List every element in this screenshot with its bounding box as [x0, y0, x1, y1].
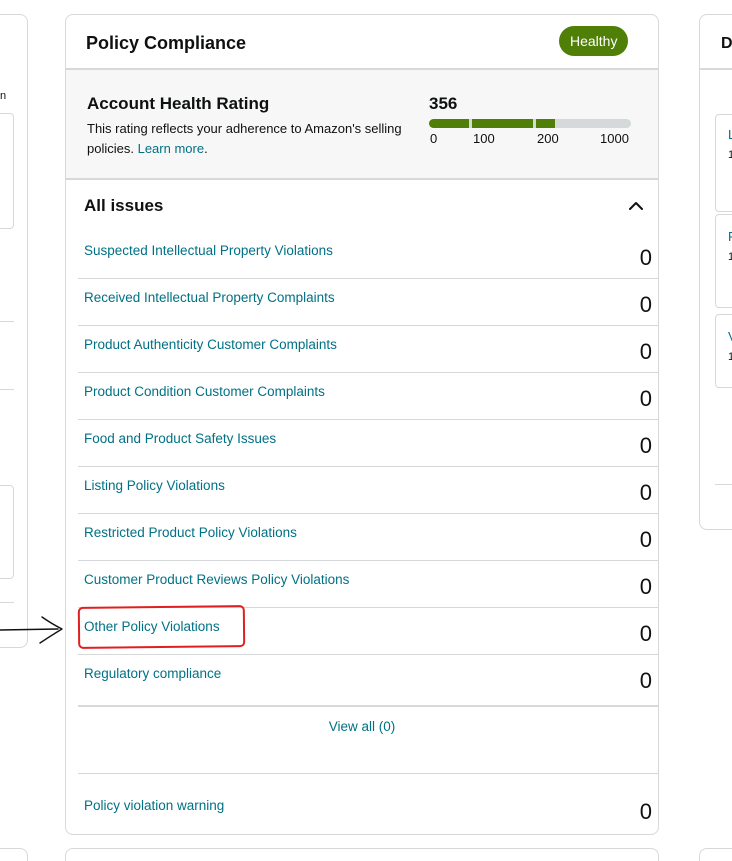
issue-link[interactable]: Restricted Product Policy Violations — [84, 525, 297, 540]
issue-row: Product Condition Customer Complaints 0 — [78, 373, 658, 420]
card-header: Policy Compliance Healthy — [66, 15, 658, 69]
issue-count: 0 — [639, 527, 652, 552]
left-partial-box — [0, 485, 14, 579]
account-health-rating-section: Account Health Rating This rating reflec… — [66, 70, 658, 180]
issue-row: Food and Product Safety Issues 0 — [78, 420, 658, 467]
health-status-badge: Healthy — [559, 26, 629, 56]
warning-divider — [78, 773, 658, 774]
left-partial-divider — [0, 602, 14, 603]
right-partial-link[interactable]: F — [728, 229, 732, 244]
issue-link[interactable]: Listing Policy Violations — [84, 478, 225, 493]
issue-link[interactable]: Product Condition Customer Complaints — [84, 384, 325, 399]
issue-link[interactable]: Suspected Intellectual Property Violatio… — [84, 243, 333, 258]
left-partial-divider — [0, 321, 14, 322]
ahr-description-text: This rating reflects your adherence to A… — [87, 121, 402, 156]
issue-count: 0 — [639, 621, 652, 646]
policy-violation-warning-link[interactable]: Policy violation warning — [84, 798, 224, 813]
ahr-tick-label: 100 — [473, 131, 495, 146]
left-partial-box — [0, 113, 14, 229]
issue-row: Restricted Product Policy Violations 0 — [78, 514, 658, 561]
card-title: Policy Compliance — [86, 33, 247, 53]
issue-link[interactable]: Received Intellectual Property Complaint… — [84, 290, 335, 305]
issue-link[interactable]: Regulatory compliance — [84, 666, 221, 681]
right-partial-count: 1 — [728, 149, 732, 161]
right-partial-item[interactable]: V 1 — [715, 314, 732, 388]
right-partial-count: 1 — [728, 351, 732, 363]
hand-drawn-arrow-icon — [0, 616, 63, 644]
ahr-bar-segment — [536, 119, 555, 128]
next-card-partial — [0, 848, 28, 861]
next-card-partial — [699, 848, 732, 861]
right-partial-link[interactable]: L — [728, 127, 732, 142]
right-partial-item[interactable]: F 1 — [715, 214, 732, 308]
left-partial-text: n — [0, 90, 7, 102]
issue-count: 0 — [639, 339, 652, 364]
issue-count: 0 — [639, 668, 652, 693]
right-partial-count: 1 — [728, 251, 732, 263]
right-partial-card: D L 1 F 1 V 1 — [699, 14, 732, 530]
next-card-partial — [65, 848, 659, 861]
policy-compliance-card: Policy Compliance Healthy Account Health… — [65, 14, 659, 835]
issue-count: 0 — [639, 245, 652, 270]
ahr-tick-label: 0 — [430, 131, 438, 146]
issue-count: 0 — [639, 433, 652, 458]
issue-count: 0 — [639, 574, 652, 599]
issue-count: 0 — [639, 386, 652, 411]
right-partial-divider — [715, 484, 732, 485]
ahr-bar-segment — [429, 119, 469, 128]
ahr-tick-label: 1000 — [600, 131, 629, 146]
issue-link[interactable]: Customer Product Reviews Policy Violatio… — [84, 572, 349, 587]
issue-link[interactable]: Food and Product Safety Issues — [84, 431, 276, 446]
ahr-score-bar — [429, 119, 631, 128]
issue-row: Product Authenticity Customer Complaints… — [78, 326, 658, 373]
right-partial-link[interactable]: V — [728, 329, 732, 344]
ahr-score: 356 — [429, 94, 458, 113]
ahr-title: Account Health Rating — [87, 94, 270, 113]
right-partial-item[interactable]: L 1 — [715, 114, 732, 212]
issue-count: 0 — [639, 292, 652, 317]
left-partial-divider — [0, 389, 14, 390]
warning-count: 0 — [639, 799, 652, 824]
view-all-link[interactable]: View all (0) — [66, 719, 658, 734]
right-partial-title: D — [721, 35, 732, 52]
issue-count: 0 — [639, 480, 652, 505]
issue-row: Customer Product Reviews Policy Violatio… — [78, 561, 658, 608]
issue-row: Listing Policy Violations 0 — [78, 467, 658, 514]
ahr-bar-segment — [472, 119, 533, 128]
issue-row: Suspected Intellectual Property Violatio… — [78, 232, 658, 279]
right-partial-divider — [700, 68, 732, 70]
ahr-description: This rating reflects your adherence to A… — [87, 121, 402, 156]
left-partial-card: n — [0, 14, 28, 648]
highlight-box — [77, 605, 246, 649]
issue-link[interactable]: Product Authenticity Customer Complaints — [84, 337, 337, 352]
issue-row: Regulatory compliance 0 — [78, 655, 658, 707]
learn-more-link[interactable]: Learn more — [138, 141, 204, 156]
ahr-tick-label: 200 — [537, 131, 559, 146]
chevron-up-icon[interactable] — [627, 197, 645, 215]
issue-row: Received Intellectual Property Complaint… — [78, 279, 658, 326]
all-issues-title: All issues — [84, 196, 164, 215]
